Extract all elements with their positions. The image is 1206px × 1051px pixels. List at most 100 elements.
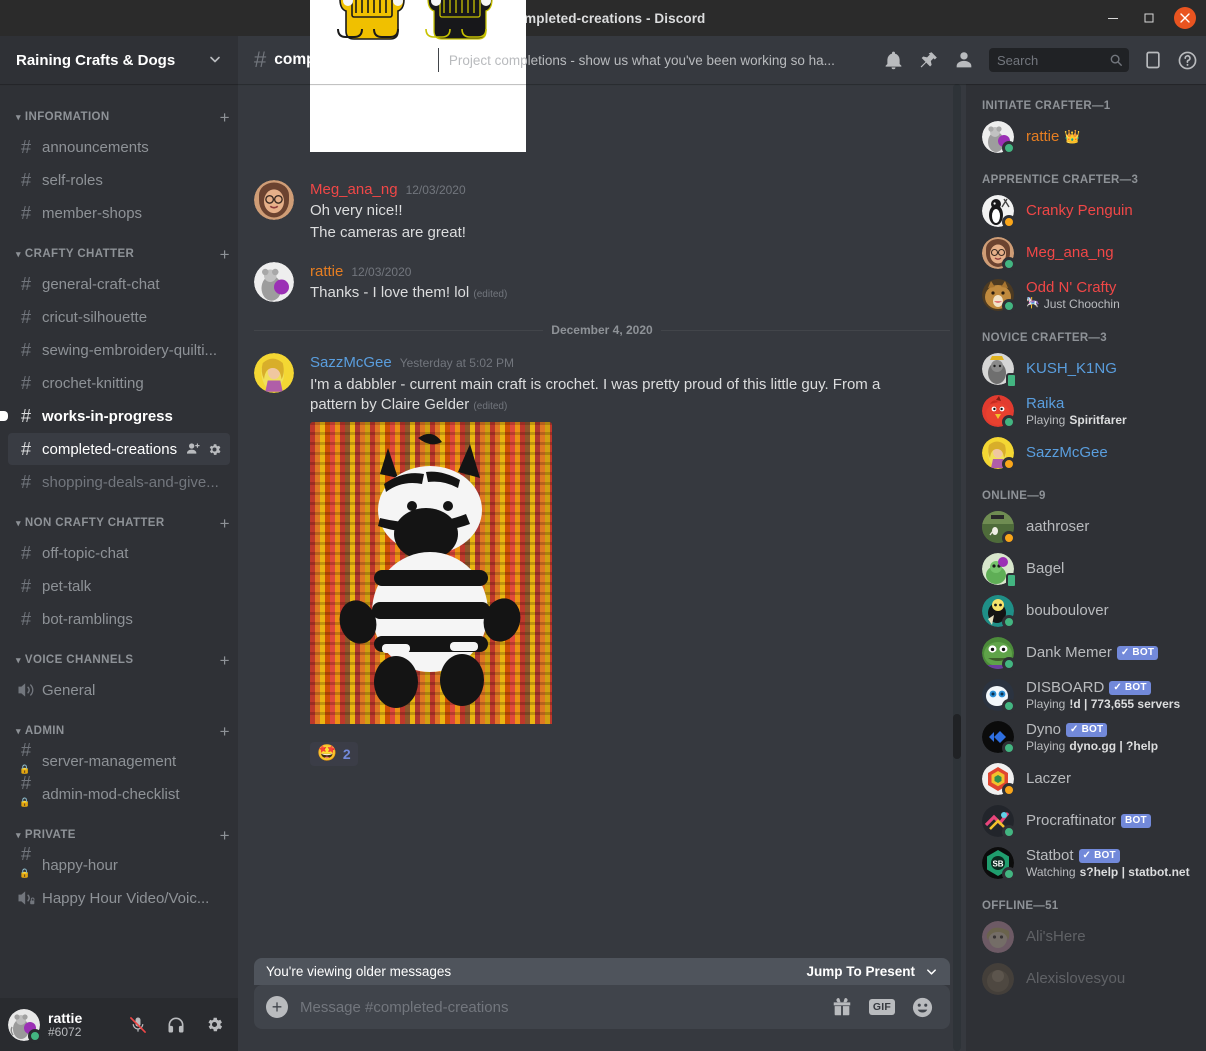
sidebar-channel-happy-hour-video-voic-[interactable]: Happy Hour Video/Voic... (8, 882, 230, 914)
member-list-item[interactable]: Bagel (974, 548, 1198, 590)
avatar[interactable] (982, 395, 1016, 429)
member-list-item[interactable]: Alexislovesyou (974, 958, 1198, 1000)
search-input[interactable] (997, 52, 1109, 68)
member-list-item[interactable]: Dank Memer ✓ BOT (974, 632, 1198, 674)
avatar[interactable] (982, 195, 1016, 229)
message-attachment[interactable] (310, 421, 552, 729)
sidebar-channel-general[interactable]: General (8, 674, 230, 706)
avatar[interactable] (254, 180, 294, 220)
avatar[interactable] (982, 279, 1016, 313)
member-list-item[interactable]: KUSH_K1NG (974, 348, 1198, 390)
add-channel-button[interactable]: + (220, 515, 230, 532)
inbox-icon[interactable] (1143, 50, 1163, 70)
gear-icon[interactable] (198, 1009, 230, 1041)
maximize-icon[interactable] (1138, 7, 1160, 29)
avatar[interactable] (982, 679, 1016, 713)
sidebar-channel-sewing-embroidery-quilti-[interactable]: # sewing-embroidery-quilti... (8, 334, 230, 366)
member-list-item[interactable]: aathroser (974, 506, 1198, 548)
sidebar-channel-shopping-deals-and-give-[interactable]: # shopping-deals-and-give... (8, 466, 230, 498)
sidebar-channel-off-topic-chat[interactable]: # off-topic-chat (8, 537, 230, 569)
search-box[interactable] (989, 48, 1129, 72)
messages-scrollbar[interactable] (950, 84, 964, 1051)
member-list-item[interactable]: SB Statbot ✓ BOT Watching s?help | statbot.… (974, 842, 1198, 884)
avatar[interactable] (982, 121, 1016, 155)
add-member-icon[interactable] (185, 441, 201, 457)
member-list-item[interactable]: Ali'sHere (974, 916, 1198, 958)
sidebar-channel-completed-creations[interactable]: # completed-creations (8, 433, 230, 465)
server-header[interactable]: Raining Crafts & Dogs (0, 36, 238, 84)
member-list-item[interactable]: Odd N' Crafty 🎠 Just Choochin (974, 274, 1198, 316)
avatar[interactable] (982, 437, 1016, 471)
avatar[interactable] (982, 237, 1016, 271)
member-list-item[interactable]: Procraftinator BOT (974, 800, 1198, 842)
avatar[interactable] (982, 963, 1014, 995)
emoji-icon[interactable] (911, 996, 934, 1019)
member-list-item[interactable]: DISBOARD ✓ BOT Playing !d | 773,655 server… (974, 674, 1198, 716)
add-channel-button[interactable]: + (220, 723, 230, 740)
jump-to-present-button[interactable]: Jump To Present (806, 964, 938, 979)
avatar[interactable] (982, 511, 1016, 545)
avatar[interactable] (982, 637, 1016, 671)
avatar[interactable] (982, 721, 1016, 755)
avatar[interactable] (982, 921, 1014, 953)
channel-category-non-crafty-chatter[interactable]: ▾ NON CRAFTY CHATTER + (0, 510, 238, 536)
sidebar-channel-works-in-progress[interactable]: # works-in-progress (0, 400, 230, 432)
channel-list[interactable]: ▾ INFORMATION + # announcements # self-roles # m… (0, 84, 238, 998)
avatar[interactable] (8, 1008, 42, 1043)
add-channel-button[interactable]: + (220, 652, 230, 669)
sidebar-channel-general-craft-chat[interactable]: # general-craft-chat (8, 268, 230, 300)
minimize-icon[interactable] (1102, 7, 1124, 29)
member-list-item[interactable]: Meg_ana_ng (974, 232, 1198, 274)
member-list-item[interactable]: bouboulover (974, 590, 1198, 632)
member-list-item[interactable]: Cranky Penguin (974, 190, 1198, 232)
avatar[interactable] (982, 805, 1016, 839)
add-attachment-button[interactable]: + (254, 985, 300, 1029)
member-list[interactable]: INITIATE CRAFTER—1 rattie 👑 APPRENTICE CRAF… (966, 84, 1206, 1051)
pin-icon[interactable] (918, 50, 939, 71)
avatar[interactable] (982, 763, 1016, 797)
help-icon[interactable] (1177, 50, 1198, 71)
gift-icon[interactable] (831, 996, 853, 1018)
sidebar-channel-cricut-silhouette[interactable]: # cricut-silhouette (8, 301, 230, 333)
sidebar-channel-self-roles[interactable]: # self-roles (8, 164, 230, 196)
sidebar-channel-admin-mod-checklist[interactable]: #🔒 admin-mod-checklist (8, 773, 230, 810)
avatar[interactable] (254, 353, 294, 394)
gif-button[interactable]: GIF (868, 999, 895, 1015)
avatar[interactable]: SB (982, 847, 1016, 881)
message-author[interactable]: SazzMcGee (310, 353, 392, 373)
message-list[interactable]: Meg_ana_ng 12/03/2020 Oh very nice!! The ca… (238, 0, 966, 958)
message-reaction[interactable]: 🤩 2 (310, 741, 358, 766)
avatar[interactable] (982, 353, 1017, 388)
close-icon[interactable] (1174, 7, 1196, 29)
channel-category-voice-channels[interactable]: ▾ VOICE CHANNELS + (0, 647, 238, 673)
members-icon[interactable] (953, 49, 975, 71)
add-channel-button[interactable]: + (220, 246, 230, 263)
add-channel-button[interactable]: + (220, 109, 230, 126)
avatar[interactable] (982, 595, 1016, 629)
scrollbar-thumb[interactable] (953, 714, 961, 759)
member-list-item[interactable]: Laczer (974, 758, 1198, 800)
sidebar-channel-pet-talk[interactable]: # pet-talk (8, 570, 230, 602)
sidebar-channel-bot-ramblings[interactable]: # bot-ramblings (8, 603, 230, 635)
avatar[interactable] (982, 553, 1017, 588)
avatar[interactable] (254, 261, 294, 302)
member-list-item[interactable]: rattie 👑 (974, 116, 1198, 158)
channel-category-crafty-chatter[interactable]: ▾ CRAFTY CHATTER + (0, 241, 238, 267)
sidebar-channel-announcements[interactable]: # announcements (8, 131, 230, 163)
message-author[interactable]: rattie (310, 262, 343, 282)
sidebar-channel-crochet-knitting[interactable]: # crochet-knitting (8, 367, 230, 399)
add-channel-button[interactable]: + (220, 827, 230, 844)
message-author[interactable]: Meg_ana_ng (310, 180, 398, 200)
channel-category-information[interactable]: ▾ INFORMATION + (0, 104, 238, 130)
microphone-muted-icon[interactable] (122, 1009, 154, 1041)
bell-icon[interactable] (883, 50, 904, 71)
sidebar-channel-server-management[interactable]: #🔒 server-management (8, 740, 230, 777)
sidebar-channel-member-shops[interactable]: # member-shops (8, 197, 230, 229)
gear-icon[interactable] (207, 442, 222, 457)
headphones-icon[interactable] (160, 1009, 192, 1041)
member-list-item[interactable]: Raika Playing Spiritfarer (974, 390, 1198, 432)
sidebar-channel-happy-hour[interactable]: #🔒 happy-hour (8, 844, 230, 881)
channel-topic[interactable]: Project completions - show us what you'v… (449, 53, 875, 68)
member-list-item[interactable]: SazzMcGee (974, 432, 1198, 474)
message-input[interactable] (300, 985, 831, 1029)
